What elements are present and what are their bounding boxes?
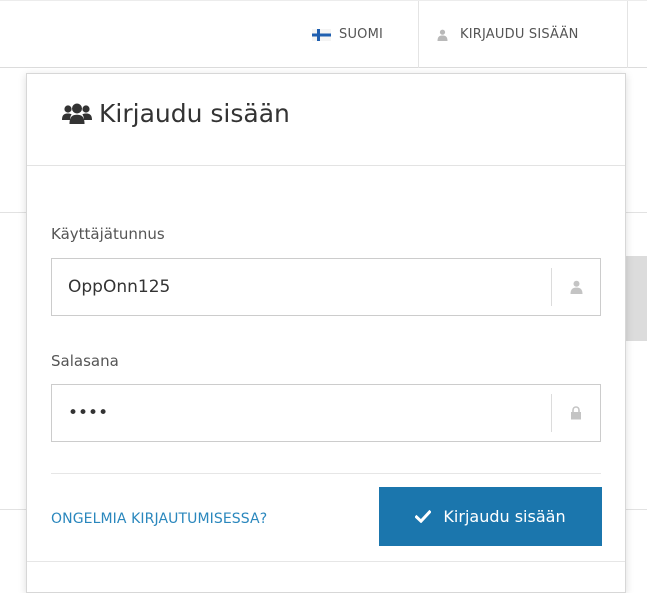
login-panel-title-text: Kirjaudu sisään [99,99,290,128]
username-input[interactable] [52,259,551,315]
user-icon [570,280,582,294]
check-icon [415,510,432,523]
language-label: SUOMI [339,27,384,42]
topbar-separator [418,1,419,68]
password-input-group [51,384,601,442]
finnish-flag-icon [312,28,331,41]
username-label: Käyttäjätunnus [51,225,165,243]
login-panel-title: Kirjaudu sisään [61,99,290,128]
username-input-group [51,258,601,316]
username-addon [551,268,600,306]
user-icon [437,29,448,41]
panel-footer-divider [27,561,625,562]
topbar-login-link[interactable]: KIRJAUDU SISÄÄN [437,1,579,68]
login-submit-button[interactable]: Kirjaudu sisään [379,487,602,546]
login-panel-header: Kirjaudu sisään [27,74,625,166]
language-selector[interactable]: SUOMI [312,1,383,68]
login-problems-link[interactable]: ONGELMIA KIRJAUTUMISESSA? [51,511,267,527]
form-divider [51,473,601,474]
login-submit-label: Kirjaudu sisään [443,507,566,526]
login-panel: Kirjaudu sisään Käyttäjätunnus Salasana … [26,73,626,593]
topbar-separator [627,1,628,68]
top-navigation-bar: SUOMI KIRJAUDU SISÄÄN [0,0,647,68]
background-block [626,256,647,341]
password-addon [551,394,600,432]
topbar-login-label: KIRJAUDU SISÄÄN [460,27,579,42]
users-group-icon [62,103,92,124]
lock-icon [571,406,581,420]
password-label: Salasana [51,352,119,370]
password-input[interactable] [52,385,551,441]
